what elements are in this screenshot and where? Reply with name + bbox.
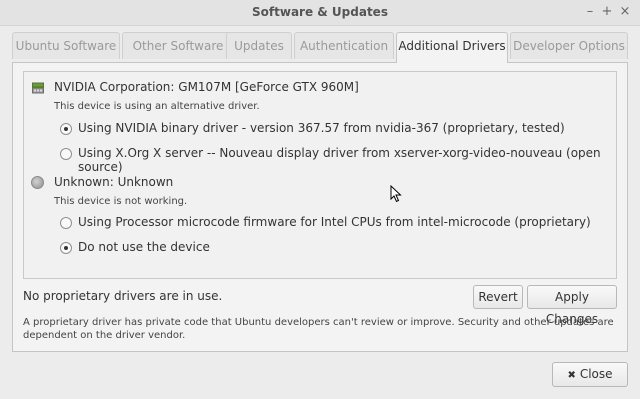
close-button[interactable]: ✖ Close xyxy=(552,362,628,387)
tab-other-software[interactable]: Other Software xyxy=(122,32,234,59)
tab-ubuntu-software[interactable]: Ubuntu Software xyxy=(12,32,120,59)
radio-nvidia-binary-driver[interactable] xyxy=(60,123,72,135)
minimize-button[interactable]: – xyxy=(583,4,597,20)
device-name-unknown: Unknown: Unknown xyxy=(54,175,174,189)
proprietary-driver-footnote: A proprietary driver has private code th… xyxy=(23,317,614,341)
tab-authentication[interactable]: Authentication xyxy=(294,32,394,59)
maximize-button[interactable]: + xyxy=(600,4,614,20)
tab-developer-options[interactable]: Developer Options xyxy=(510,32,628,59)
radio-nouveau-driver[interactable] xyxy=(60,148,72,160)
option-nouveau-driver[interactable]: Using X.Org X server -- Nouveau display … xyxy=(78,146,616,174)
driver-status-text: No proprietary drivers are in use. xyxy=(23,289,223,303)
device-list: NVIDIA Corporation: GM107M [GeForce GTX … xyxy=(23,71,617,279)
option-intel-microcode[interactable]: Using Processor microcode firmware for I… xyxy=(78,215,591,229)
revert-button[interactable]: Revert xyxy=(473,285,523,309)
option-nvidia-binary-driver[interactable]: Using NVIDIA binary driver - version 367… xyxy=(78,121,565,135)
title-bar: Software & Updates – + × xyxy=(0,0,640,26)
apply-changes-button[interactable]: Apply Changes xyxy=(527,285,617,326)
window-title: Software & Updates xyxy=(252,5,388,19)
close-button-label: Close xyxy=(579,367,613,381)
radio-intel-microcode[interactable] xyxy=(60,217,72,229)
device-name-nvidia: NVIDIA Corporation: GM107M [GeForce GTX … xyxy=(54,80,359,94)
additional-drivers-panel: NVIDIA Corporation: GM107M [GeForce GTX … xyxy=(12,62,628,352)
mouse-pointer-icon xyxy=(390,185,402,203)
tab-bar: Ubuntu Software Other Software Updates A… xyxy=(12,32,628,63)
unknown-device-icon xyxy=(31,176,44,189)
close-window-button[interactable]: × xyxy=(618,4,632,20)
option-do-not-use-device[interactable]: Do not use the device xyxy=(78,240,210,254)
close-icon: ✖ xyxy=(567,370,576,381)
tab-updates[interactable]: Updates xyxy=(226,32,292,59)
device-status-unknown: This device is not working. xyxy=(54,196,188,207)
device-status-nvidia: This device is using an alternative driv… xyxy=(54,101,260,112)
radio-do-not-use-device[interactable] xyxy=(60,242,72,254)
graphics-card-icon xyxy=(32,82,44,94)
tab-additional-drivers[interactable]: Additional Drivers xyxy=(396,32,508,63)
